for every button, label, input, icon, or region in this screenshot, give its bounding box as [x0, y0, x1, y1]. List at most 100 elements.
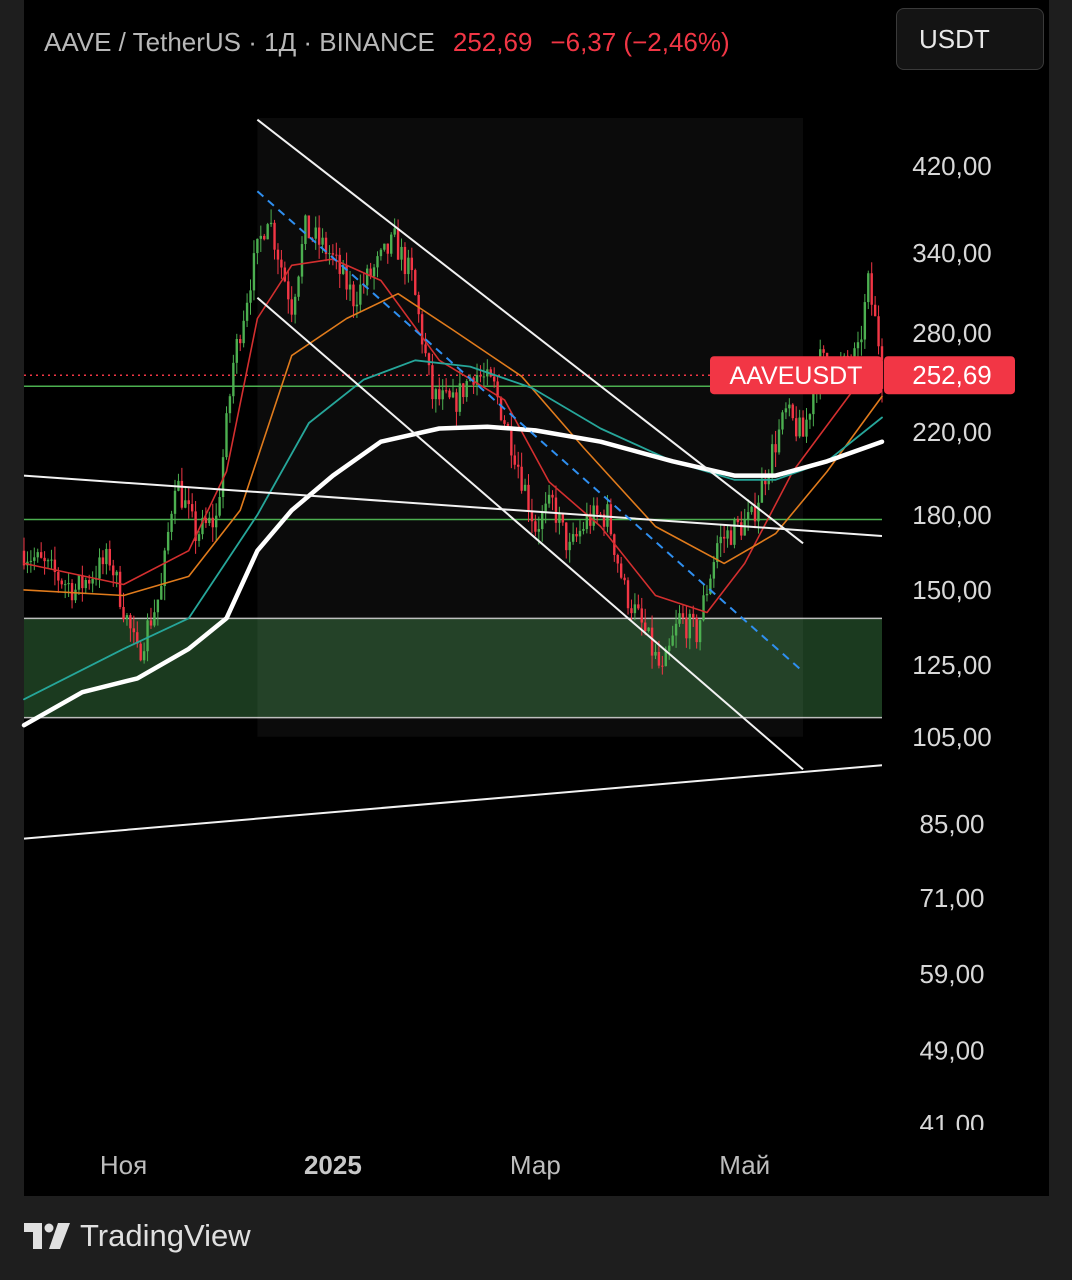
last-price-tag-label: 252,69	[912, 360, 992, 390]
x-tick-label: 2025	[304, 1150, 362, 1180]
candle	[668, 645, 671, 651]
candle	[517, 464, 520, 467]
candle	[386, 243, 389, 254]
y-tick-label: 49,00	[919, 1036, 984, 1066]
candle	[860, 339, 863, 343]
price-chart[interactable]: 2000,00420,00340,00280,00220,00180,00150…	[0, 0, 1072, 1280]
candle	[523, 484, 527, 491]
candle	[654, 651, 657, 656]
y-tick-label: 125,00	[912, 650, 992, 680]
candle	[661, 665, 664, 667]
candle	[245, 302, 249, 321]
candle	[554, 497, 558, 523]
symbol-header: AAVE / TetherUS · 1Д · BINANCE 252,69 −6…	[44, 24, 730, 60]
candle	[503, 420, 506, 424]
symbol-title[interactable]: AAVE / TetherUS · 1Д · BINANCE	[44, 27, 435, 58]
candle	[239, 339, 242, 344]
candle	[544, 503, 547, 513]
tradingview-brand[interactable]: TradingView	[80, 1218, 251, 1254]
candle	[359, 284, 362, 305]
y-tick-label: 280,00	[912, 318, 992, 348]
candle	[153, 612, 156, 626]
candle	[506, 423, 510, 427]
candle	[482, 376, 486, 378]
candle	[366, 268, 369, 286]
candle	[187, 500, 190, 505]
candle	[870, 273, 873, 305]
candle	[225, 413, 228, 458]
candle	[867, 273, 870, 303]
y-tick-label: 180,00	[912, 500, 992, 530]
candle	[438, 389, 441, 400]
candle	[149, 620, 153, 626]
candle	[190, 504, 194, 512]
candle	[537, 529, 540, 532]
candle	[146, 620, 149, 652]
y-tick-label: 220,00	[912, 417, 992, 447]
candle	[132, 628, 136, 633]
candle	[856, 342, 860, 349]
candle	[431, 365, 434, 400]
candle	[273, 222, 276, 250]
x-tick-label: Мар	[510, 1150, 561, 1180]
candle	[565, 522, 568, 551]
candle	[479, 375, 482, 377]
candle	[393, 228, 396, 235]
candle	[695, 617, 698, 643]
candle	[46, 560, 50, 562]
candle	[702, 595, 705, 621]
candle	[228, 396, 232, 414]
candle	[863, 302, 867, 340]
candle	[129, 615, 132, 629]
candle	[105, 548, 108, 565]
candle	[77, 575, 81, 590]
candle	[513, 455, 516, 465]
candle	[575, 534, 578, 537]
candle	[451, 392, 455, 398]
candle	[242, 320, 245, 344]
candle	[781, 412, 784, 430]
candle	[678, 613, 681, 624]
candle	[729, 530, 733, 545]
candle	[582, 529, 585, 531]
candle	[822, 349, 825, 353]
candle	[317, 227, 321, 245]
candle	[115, 571, 118, 576]
candle	[108, 548, 111, 566]
candle	[410, 257, 414, 271]
candle	[647, 627, 650, 632]
currency-button[interactable]: USDT	[896, 8, 1044, 70]
y-tick-label: 340,00	[912, 238, 992, 268]
y-tick-label: 150,00	[912, 575, 992, 605]
candle	[726, 530, 729, 539]
candle	[547, 494, 551, 504]
candle	[424, 344, 427, 354]
candle	[774, 444, 777, 453]
candle	[753, 506, 757, 522]
candle	[101, 557, 105, 565]
candle	[50, 559, 53, 561]
candle	[705, 593, 709, 596]
candle	[719, 536, 722, 544]
candle	[112, 565, 115, 576]
candle	[558, 513, 561, 523]
candle	[307, 215, 311, 239]
candle	[204, 517, 208, 524]
candle	[626, 580, 630, 609]
candle	[376, 256, 379, 268]
candle	[616, 554, 619, 564]
candle	[60, 580, 63, 585]
candle	[211, 517, 214, 528]
candle	[530, 510, 534, 522]
candle	[125, 615, 129, 620]
candle	[88, 580, 91, 584]
y-tick-label: 105,00	[912, 722, 992, 752]
candle	[390, 234, 393, 254]
candle	[788, 404, 791, 409]
candle	[637, 604, 640, 609]
candle	[256, 238, 259, 254]
candle	[455, 392, 458, 412]
candle	[630, 608, 633, 614]
candle	[784, 408, 788, 413]
candle	[180, 480, 184, 508]
